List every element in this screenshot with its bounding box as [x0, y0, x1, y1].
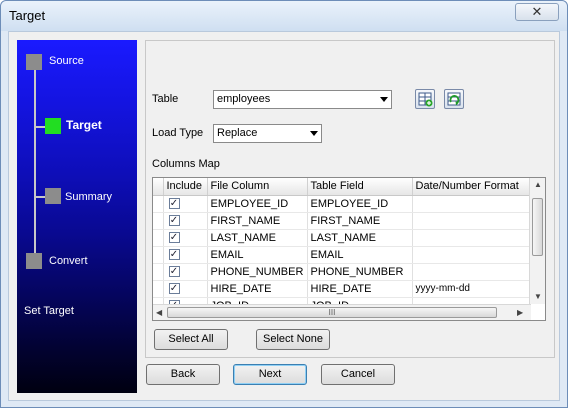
row-selector[interactable] — [153, 280, 164, 298]
scroll-up-icon[interactable]: ▲ — [534, 180, 542, 189]
select-none-button[interactable]: Select None — [256, 329, 330, 350]
new-table-button[interactable] — [415, 89, 435, 109]
table-field-cell[interactable]: EMAIL — [307, 246, 413, 264]
grid-header-row: Include File Column Table Field Date/Num… — [153, 178, 531, 196]
table-field-cell[interactable]: LAST_NAME — [307, 229, 413, 247]
branch-to-target — [36, 126, 45, 128]
columns-map-label: Columns Map — [152, 158, 220, 170]
row-selector[interactable] — [153, 229, 164, 247]
row-selector[interactable] — [153, 246, 164, 264]
table-select-value: employees — [217, 93, 271, 105]
table-field-cell[interactable]: EMPLOYEE_ID — [307, 195, 413, 213]
include-cell[interactable]: ✓ — [163, 280, 208, 298]
chevron-down-icon — [310, 131, 318, 136]
include-checkbox[interactable]: ✓ — [168, 198, 180, 210]
include-cell[interactable]: ✓ — [163, 263, 208, 281]
step-marker-summary — [45, 188, 61, 204]
current-step-title: Set Target — [24, 305, 74, 317]
column-header-date-format[interactable]: Date/Number Format — [412, 178, 531, 196]
load-type-label: Load Type — [152, 127, 204, 139]
table-row[interactable]: ✓ PHONE_NUMBER PHONE_NUMBER — [153, 263, 531, 281]
include-checkbox[interactable]: ✓ — [168, 249, 180, 261]
scroll-down-icon[interactable]: ▼ — [534, 292, 542, 301]
import-wizard-window: Target ✕ Source Target Summary Convert S… — [0, 0, 568, 408]
horizontal-scrollbar[interactable]: ◀ III ▶ — [153, 304, 531, 320]
include-checkbox[interactable]: ✓ — [168, 232, 180, 244]
title-bar: Target ✕ — [1, 1, 567, 31]
select-all-button[interactable]: Select All — [154, 329, 228, 350]
chevron-down-icon — [380, 97, 388, 102]
date-format-cell[interactable]: yyyy-mm-dd — [412, 280, 531, 298]
refresh-tables-button[interactable] — [444, 89, 464, 109]
file-column-cell[interactable]: LAST_NAME — [207, 229, 308, 247]
file-column-cell[interactable]: EMPLOYEE_ID — [207, 195, 308, 213]
include-checkbox[interactable]: ✓ — [168, 283, 180, 295]
table-row[interactable]: ✓ EMPLOYEE_ID EMPLOYEE_ID — [153, 195, 531, 213]
step-marker-convert — [26, 253, 42, 269]
refresh-icon — [447, 92, 461, 106]
vertical-scrollbar[interactable]: ▲ ▼ — [529, 178, 545, 304]
branch-to-summary — [36, 196, 45, 198]
table-label: Table — [152, 93, 179, 105]
window-title: Target — [9, 8, 46, 23]
steps-connector-spacer — [42, 62, 44, 118]
steps-connector-line — [34, 62, 36, 262]
file-column-cell[interactable]: FIRST_NAME — [207, 212, 308, 230]
step-label-convert: Convert — [49, 255, 88, 267]
include-cell[interactable]: ✓ — [163, 195, 208, 213]
date-format-cell[interactable] — [412, 246, 531, 264]
wizard-client-area: Source Target Summary Convert Set Target… — [8, 31, 560, 401]
step-marker-target — [45, 118, 61, 134]
step-label-summary: Summary — [65, 191, 113, 203]
include-cell[interactable]: ✓ — [163, 246, 208, 264]
columns-map-grid[interactable]: Include File Column Table Field Date/Num… — [152, 177, 546, 321]
back-button[interactable]: Back — [146, 364, 220, 385]
row-selector[interactable] — [153, 212, 164, 230]
include-checkbox[interactable]: ✓ — [168, 266, 180, 278]
include-cell[interactable]: ✓ — [163, 229, 208, 247]
table-field-cell[interactable]: PHONE_NUMBER — [307, 263, 413, 281]
table-row[interactable]: ✓ HIRE_DATE HIRE_DATE yyyy-mm-dd — [153, 280, 531, 298]
table-row[interactable]: ✓ EMAIL EMAIL — [153, 246, 531, 264]
cancel-button[interactable]: Cancel — [321, 364, 395, 385]
include-checkbox[interactable]: ✓ — [168, 215, 180, 227]
column-header-include[interactable]: Include — [163, 178, 208, 196]
include-cell[interactable]: ✓ — [163, 212, 208, 230]
target-settings-panel: Table employees Load Type Replace Column… — [145, 40, 555, 358]
scroll-right-icon[interactable]: ▶ — [517, 308, 523, 317]
step-label-target: Target — [66, 118, 102, 132]
grid-body: ✓ EMPLOYEE_ID EMPLOYEE_ID ✓ FIRST_NAME FIRST_… — [153, 195, 531, 315]
step-marker-source — [26, 54, 42, 70]
horizontal-scroll-thumb[interactable]: III — [167, 307, 497, 318]
column-header-table-field[interactable]: Table Field — [307, 178, 413, 196]
table-select[interactable]: employees — [213, 90, 392, 109]
row-header-corner — [153, 178, 164, 196]
table-row[interactable]: ✓ FIRST_NAME FIRST_NAME — [153, 212, 531, 230]
file-column-cell[interactable]: EMAIL — [207, 246, 308, 264]
table-row[interactable]: ✓ LAST_NAME LAST_NAME — [153, 229, 531, 247]
close-button[interactable]: ✕ — [515, 3, 559, 21]
file-column-cell[interactable]: HIRE_DATE — [207, 280, 308, 298]
table-field-cell[interactable]: FIRST_NAME — [307, 212, 413, 230]
table-field-cell[interactable]: HIRE_DATE — [307, 280, 413, 298]
date-format-cell[interactable] — [412, 212, 531, 230]
columns-map-table: Include File Column Table Field Date/Num… — [153, 178, 531, 315]
date-format-cell[interactable] — [412, 229, 531, 247]
steps-panel: Source Target Summary Convert Set Target — [17, 40, 137, 393]
step-label-source: Source — [49, 55, 84, 67]
load-type-select[interactable]: Replace — [213, 124, 322, 143]
file-column-cell[interactable]: PHONE_NUMBER — [207, 263, 308, 281]
new-table-icon — [418, 92, 433, 107]
date-format-cell[interactable] — [412, 263, 531, 281]
next-button[interactable]: Next — [233, 364, 307, 385]
row-selector[interactable] — [153, 263, 164, 281]
scroll-left-icon[interactable]: ◀ — [156, 308, 162, 317]
vertical-scroll-thumb[interactable] — [532, 198, 543, 256]
load-type-select-value: Replace — [217, 127, 258, 139]
column-header-file-column[interactable]: File Column — [207, 178, 308, 196]
row-selector[interactable] — [153, 195, 164, 213]
date-format-cell[interactable] — [412, 195, 531, 213]
